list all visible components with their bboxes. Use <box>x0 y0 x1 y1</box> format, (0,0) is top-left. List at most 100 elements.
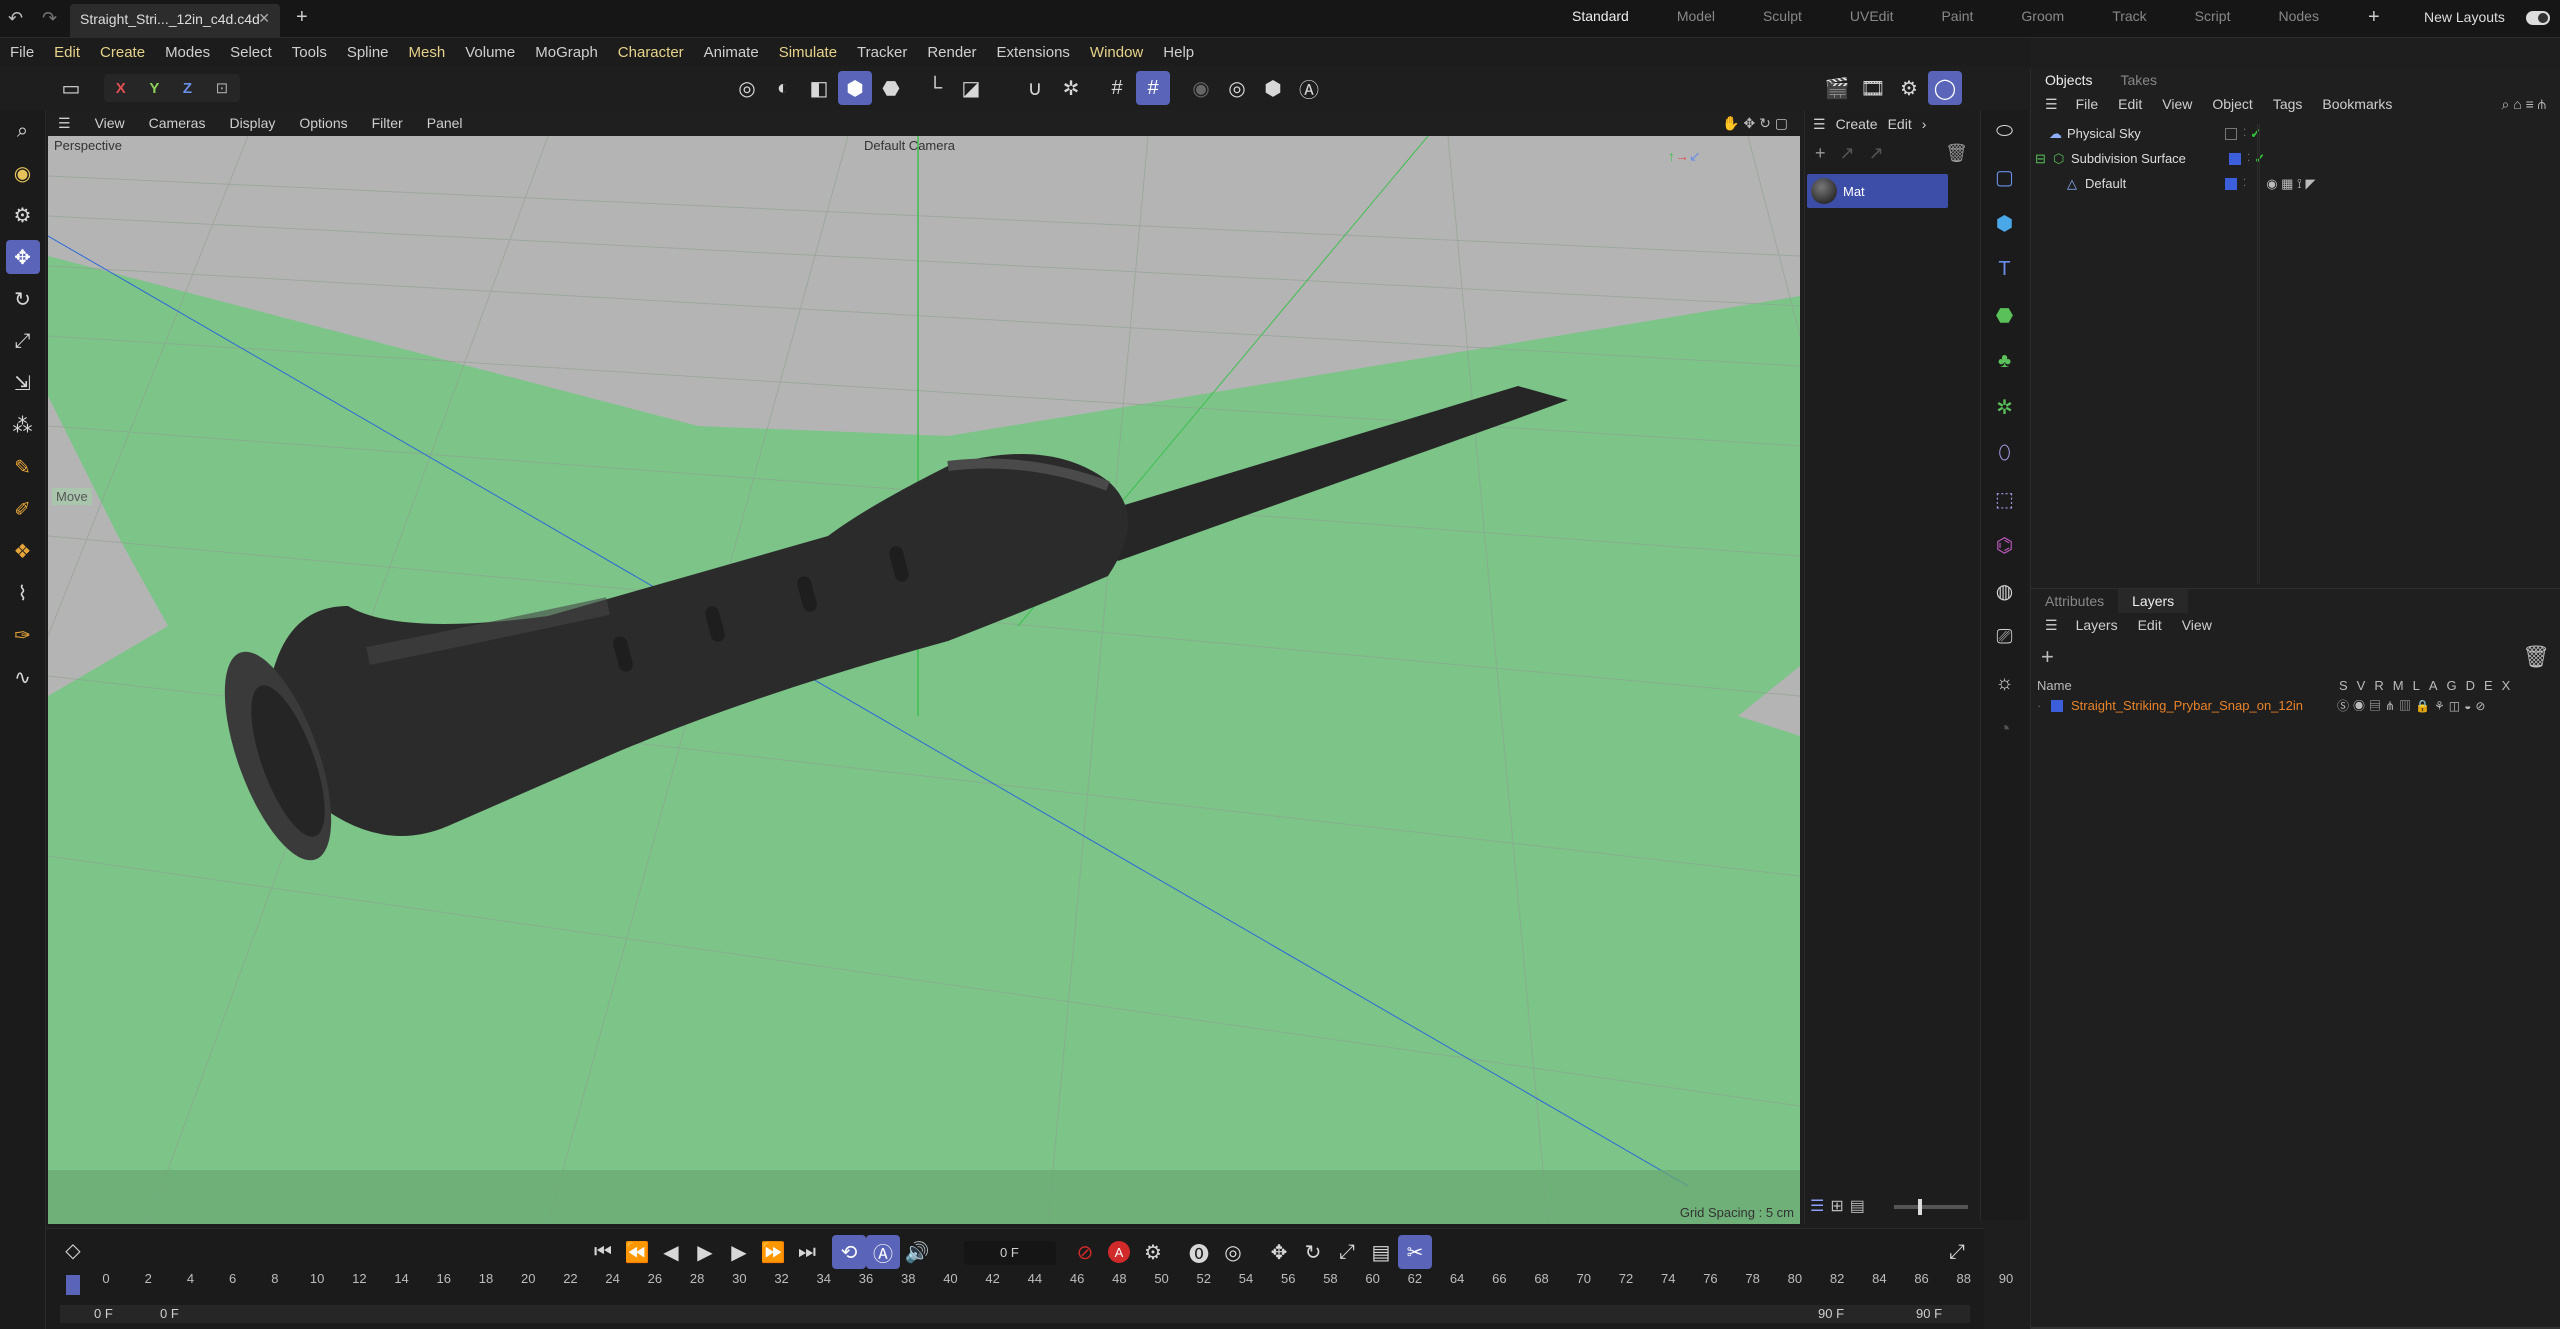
menu-character[interactable]: Character <box>608 38 694 66</box>
graph-editor-icon[interactable]: ⤢ <box>1940 1235 1974 1269</box>
menu-modes[interactable]: Modes <box>155 38 220 66</box>
spline-pen-icon[interactable]: ✎ <box>6 450 40 484</box>
cube-object-icon[interactable]: ⬢ <box>1988 206 2022 240</box>
dope-icon[interactable]: ◎ <box>1216 1235 1250 1269</box>
next-frame-icon[interactable]: ▶ <box>722 1235 756 1269</box>
spline-tools-icon[interactable]: ❖ <box>6 534 40 568</box>
zoom-slider[interactable] <box>1894 1199 1968 1215</box>
redo-icon[interactable]: ↷ <box>42 8 57 29</box>
object-menu-edit[interactable]: Edit <box>2108 96 2152 113</box>
axis-y-button[interactable]: Y <box>149 80 159 97</box>
render-settings-icon[interactable]: ⚙ <box>1892 71 1926 105</box>
layer-flag-header-s[interactable]: S <box>2339 678 2348 693</box>
placement-tool-icon[interactable]: ⁂ <box>6 408 40 442</box>
list-item[interactable]: ☁ Physical Sky ⁚ ✓ <box>2049 121 2560 146</box>
spline-icon[interactable]: ⌬ <box>1988 528 2022 562</box>
menu-render[interactable]: Render <box>917 38 986 66</box>
viewport-menu-panel[interactable]: Panel <box>415 110 475 136</box>
effector-icon[interactable]: ✲ <box>1988 390 2022 424</box>
object-tags-icons[interactable]: ◉ ▦ ⟟ ◤ <box>2266 176 2315 192</box>
go-to-end-icon[interactable]: ⏭ <box>790 1235 824 1269</box>
layer-name[interactable]: Straight_Striking_Prybar_Snap_on_12in <box>2071 698 2337 713</box>
axis-x-button[interactable]: X <box>116 80 126 97</box>
material-menu-create[interactable]: Create <box>1836 116 1878 133</box>
menu-tools[interactable]: Tools <box>282 38 337 66</box>
layer-menu-edit[interactable]: Edit <box>2128 617 2172 634</box>
snap-settings-icon[interactable]: ✲ <box>1054 71 1088 105</box>
layout-tab-model[interactable]: Model <box>1653 8 1739 24</box>
layer-flag-header-r[interactable]: R <box>2374 678 2383 693</box>
model-mode-icon[interactable]: ⬢ <box>838 71 872 105</box>
menu-mesh[interactable]: Mesh <box>399 38 456 66</box>
visibility-dots-icon[interactable]: ⁚ <box>2243 178 2246 189</box>
record-toggle-icon[interactable]: ◉ <box>1184 71 1218 105</box>
play-icon[interactable]: ▶ <box>688 1235 722 1269</box>
delete-material-icon[interactable]: 🗑 <box>1945 143 1968 164</box>
viewport-menu-view[interactable]: View <box>83 110 137 136</box>
layer-color-swatch[interactable] <box>2229 152 2241 165</box>
move-tool-icon[interactable]: ✥ <box>5 240 40 274</box>
viewport-menu-display[interactable]: Display <box>217 110 287 136</box>
menu-create[interactable]: Create <box>90 38 155 66</box>
menu-volume[interactable]: Volume <box>455 38 525 66</box>
quad-view-icon[interactable]: ⊞ <box>1830 1196 1843 1216</box>
layer-menu-icon[interactable]: ☰ <box>2037 617 2066 634</box>
generator-icon[interactable]: ⬣ <box>1988 298 2022 332</box>
loop-icon[interactable]: ⟲ <box>832 1235 866 1269</box>
single-view-icon[interactable]: ☰ <box>1810 1196 1824 1216</box>
3d-viewport[interactable]: Perspective Default Camera Move ↑→↙ Grid… <box>48 136 1800 1224</box>
rotation-key-icon[interactable]: ↻ <box>1296 1235 1330 1269</box>
axis-z-button[interactable]: Z <box>183 80 192 97</box>
pla-key-icon[interactable]: ✂ <box>1398 1235 1432 1269</box>
layer-menu-view[interactable]: View <box>2172 617 2222 634</box>
add-material-icon[interactable]: + <box>1815 143 1826 164</box>
record-icon[interactable]: ⊘ <box>1068 1235 1102 1269</box>
timeline-ruler[interactable]: 0 2 4 6 8 10 12 14 16 18 20 22 24 26 28 30 32 34 36 38 40 42 4… <box>102 1271 2016 1293</box>
layer-color-swatch[interactable] <box>2051 699 2063 712</box>
auto-icon[interactable]: Ⓐ <box>1292 71 1326 105</box>
parameter-key-icon[interactable]: ▤ <box>1364 1235 1398 1269</box>
text-object-icon[interactable]: T <box>1988 252 2022 286</box>
environment-icon[interactable]: ◍ <box>1988 574 2022 608</box>
layer-menu-layers[interactable]: Layers <box>2066 617 2128 634</box>
menu-select[interactable]: Select <box>220 38 282 66</box>
viewport-navigation-icons[interactable]: ✋ ✥ ↻ ▢ <box>1710 110 1800 136</box>
tab-objects[interactable]: Objects <box>2031 68 2106 92</box>
range-slider[interactable]: 0 F 0 F 90 F 90 F <box>60 1305 1970 1323</box>
axis-icon[interactable]: └ <box>918 71 952 105</box>
layer-flag-icons[interactable]: Ⓢ◉▤⋔▥🔒⚘◫◒⊘ <box>2337 697 2489 714</box>
rotate-tool-icon[interactable]: ↻ <box>6 282 40 316</box>
grid-snap-icon[interactable]: # <box>1136 71 1170 105</box>
object-menu-bookmarks[interactable]: Bookmarks <box>2312 96 2402 113</box>
brush-icon[interactable]: ⌇ <box>6 576 40 610</box>
close-tab-icon[interactable]: ✕ <box>258 10 270 27</box>
target-icon[interactable]: ◎ <box>1220 71 1254 105</box>
material-menu-edit[interactable]: Edit <box>1888 116 1912 133</box>
transform-tool-icon[interactable]: ⇲ <box>6 366 40 400</box>
layout-toggle[interactable] <box>2526 11 2550 25</box>
layout-tab-sculpt[interactable]: Sculpt <box>1739 8 1826 24</box>
visibility-dots-icon[interactable]: ⁚ <box>2243 128 2246 139</box>
next-key-icon[interactable]: ⏩ <box>756 1235 790 1269</box>
uv-mode-icon[interactable]: ⬣ <box>874 71 908 105</box>
layout-tab-script[interactable]: Script <box>2171 8 2255 24</box>
sound-icon[interactable]: 🔊 <box>900 1235 934 1269</box>
add-layer-icon[interactable]: + <box>2041 644 2054 670</box>
tab-attributes[interactable]: Attributes <box>2031 589 2118 613</box>
position-key-icon[interactable]: ✥ <box>1262 1235 1296 1269</box>
visibility-dots-icon[interactable]: ⁚ <box>2247 153 2250 164</box>
menu-mograph[interactable]: MoGraph <box>525 38 608 66</box>
layout-tab-track[interactable]: Track <box>2088 8 2170 24</box>
coordinate-system-icon[interactable]: ⊡ <box>216 79 229 97</box>
points-mode-icon[interactable]: ◎ <box>730 71 764 105</box>
grid-icon[interactable]: # <box>1100 71 1134 105</box>
layer-row[interactable]: · Straight_Striking_Prybar_Snap_on_12in … <box>2031 695 2560 716</box>
new-layouts-button[interactable]: New Layouts <box>2424 9 2505 25</box>
object-menu-object[interactable]: Object <box>2202 96 2262 113</box>
object-mode-icon[interactable]: ▭ <box>54 71 88 105</box>
go-to-start-icon[interactable]: ⏮ <box>586 1235 620 1269</box>
cloner-icon[interactable]: ♣ <box>1988 344 2022 378</box>
menu-window[interactable]: Window <box>1080 38 1153 66</box>
layer-flag-header-g[interactable]: G <box>2446 678 2456 693</box>
menu-file[interactable]: File <box>0 38 44 66</box>
